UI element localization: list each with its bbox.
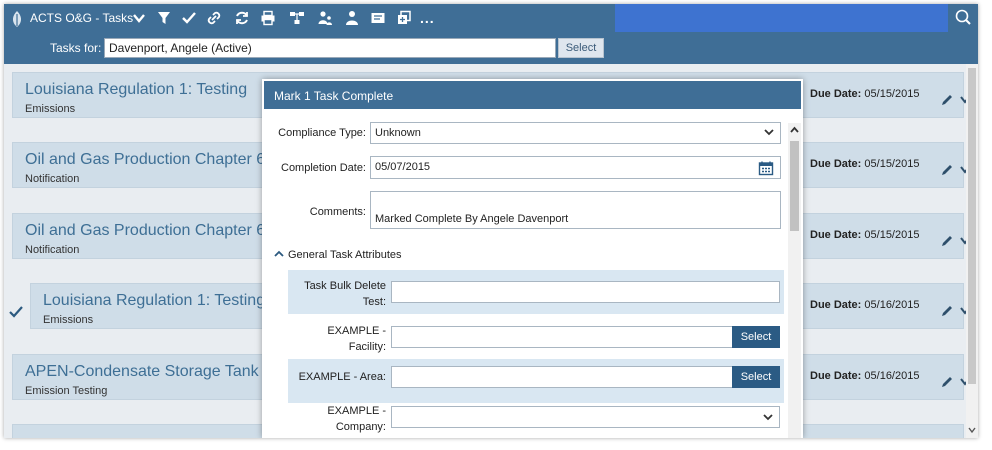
app-window: ACTS O&G - Tasks ... Tasks for: Davenpor… (4, 4, 978, 438)
completion-date-label: Completion Date: (281, 162, 366, 174)
due-date: Due Date: 05/15/2015 (810, 158, 920, 170)
dialog-scrollbar[interactable] (788, 123, 801, 438)
facility-select-button[interactable]: Select (732, 326, 780, 348)
filter-icon[interactable] (155, 9, 173, 27)
search-globe-icon[interactable] (954, 8, 972, 26)
check-icon[interactable] (180, 9, 198, 27)
pencil-icon[interactable] (940, 304, 954, 318)
pencil-icon[interactable] (940, 93, 954, 107)
company-label: EXAMPLE - Company: (327, 405, 386, 433)
page-scrollbar[interactable] (966, 64, 978, 438)
refresh-icon[interactable] (233, 9, 251, 27)
due-date: Due Date: 05/15/2015 (810, 88, 920, 100)
user-icon[interactable] (343, 9, 361, 27)
compliance-type-label: Compliance Type: (278, 127, 366, 139)
message-icon[interactable] (369, 9, 387, 27)
copy-icon[interactable] (395, 9, 413, 27)
company-select[interactable] (391, 406, 780, 428)
link-icon[interactable] (205, 9, 223, 27)
task-category: Emissions (43, 314, 94, 326)
task-title[interactable]: Louisiana Regulation 1: Testing (43, 292, 265, 310)
mark-complete-dialog: Mark 1 Task Complete Compliance Type: Un… (262, 79, 803, 438)
task-title[interactable]: Oil and Gas Production Chapter 6 (25, 222, 265, 240)
task-category: Emissions (25, 103, 76, 115)
due-date: Due Date: 05/15/2015 (810, 229, 920, 241)
bulk-delete-label: Task Bulk Delete Test: (304, 280, 386, 308)
area-label: EXAMPLE - Area: (298, 371, 386, 383)
facility-label: EXAMPLE - Facility: (327, 325, 386, 353)
completed-check-icon (9, 306, 23, 318)
chevron-up-icon[interactable] (274, 249, 284, 259)
chevron-down-icon[interactable] (764, 126, 774, 138)
comments-textarea[interactable]: Marked Complete By Angele Davenport (370, 191, 781, 229)
comments-value: Marked Complete By Angele Davenport (375, 213, 569, 225)
area-input[interactable] (391, 366, 733, 388)
facility-input[interactable] (391, 326, 733, 348)
print-icon[interactable] (259, 9, 277, 27)
section-toggle-general-task-attributes[interactable]: General Task Attributes (274, 249, 402, 261)
chevron-down-icon[interactable] (763, 411, 773, 423)
task-title[interactable]: Oil and Gas Production Chapter 6 (25, 151, 265, 169)
scroll-down-icon[interactable] (968, 426, 976, 434)
org-chart-icon[interactable] (288, 9, 306, 27)
compliance-type-value: Unknown (375, 127, 421, 139)
more-icon[interactable]: ... (420, 10, 435, 26)
comments-label: Comments: (309, 206, 366, 218)
chevron-down-icon[interactable] (130, 9, 148, 27)
pencil-icon[interactable] (940, 163, 954, 177)
area-select-button[interactable]: Select (732, 366, 780, 388)
bulk-delete-input[interactable] (391, 281, 780, 303)
header-banner (615, 4, 948, 32)
pencil-icon[interactable] (940, 375, 954, 389)
task-category: Notification (25, 244, 80, 256)
task-category: Notification (25, 173, 80, 185)
app-logo-icon (12, 11, 22, 27)
tasks-for-label: Tasks for: (50, 41, 102, 55)
tasks-for-input[interactable]: Davenport, Angele (Active) (104, 38, 556, 58)
app-title: ACTS O&G - Tasks (30, 11, 134, 25)
task-category: Emission Testing (25, 385, 108, 397)
dialog-scrollbar-thumb[interactable] (790, 141, 799, 231)
due-date: Due Date: 05/16/2015 (810, 370, 920, 382)
section-title: General Task Attributes (288, 249, 402, 261)
pencil-icon[interactable] (940, 234, 954, 248)
dialog-title: Mark 1 Task Complete (274, 89, 394, 103)
due-date: Due Date: 05/16/2015 (810, 299, 920, 311)
user-group-icon[interactable] (316, 9, 334, 27)
calendar-icon[interactable] (758, 160, 774, 176)
completion-date-value: 05/07/2015 (375, 161, 431, 173)
task-title[interactable]: Louisiana Regulation 1: Testing (25, 81, 247, 99)
top-toolbar: ACTS O&G - Tasks ... Tasks for: Davenpor… (4, 4, 978, 64)
scroll-up-icon[interactable] (790, 125, 799, 135)
compliance-type-select[interactable]: Unknown (370, 122, 781, 144)
task-title[interactable]: APEN-Condensate Storage Tank E (25, 363, 274, 381)
page-scrollbar-thumb[interactable] (968, 68, 976, 384)
tasks-for-select-button[interactable]: Select (558, 38, 604, 58)
completion-date-input[interactable]: 05/07/2015 (370, 156, 781, 179)
dialog-header: Mark 1 Task Complete (264, 81, 801, 109)
